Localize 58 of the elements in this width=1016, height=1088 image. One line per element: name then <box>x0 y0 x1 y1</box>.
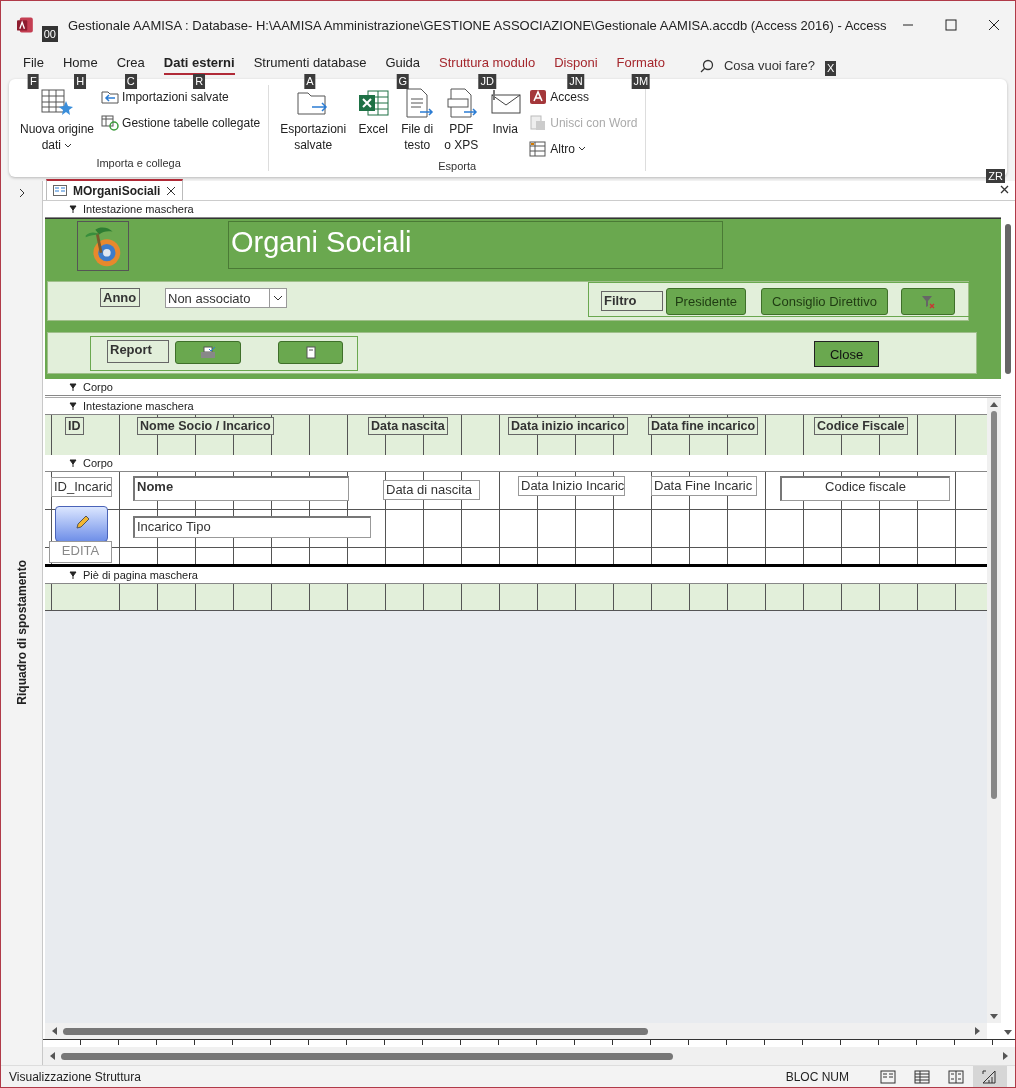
text-field[interactable]: Data Fine Incaric <box>651 476 757 496</box>
keytip: JN <box>567 74 585 89</box>
section-label: Piè di pagina maschera <box>83 569 198 581</box>
text-field[interactable]: Nome <box>133 476 349 501</box>
keytip: ZR <box>986 169 1005 183</box>
window-title: Gestionale AAMISA : Database- H:\AAMISA Amministrazione\GESTIONE ASSOCIAZIONE\Gestionale AAMISA.accdb (Access 2016) - Access <box>68 17 887 33</box>
keytip: R <box>193 74 206 89</box>
column-label: Data inizio incarico <box>508 417 628 435</box>
keytip: JD <box>478 74 496 89</box>
section-label: Intestazione maschera <box>83 203 194 215</box>
text-field[interactable]: Data di nascita <box>383 480 480 500</box>
text-field[interactable]: Data Inizio Incaric <box>518 476 625 496</box>
keytip: A <box>304 74 316 89</box>
document-tab[interactable]: MOrganiSociali <box>46 179 184 200</box>
section-label: Corpo <box>83 457 113 469</box>
edit-label: EDITA <box>49 541 112 563</box>
ribbon-button[interactable]: Importazioni salvate <box>101 86 261 108</box>
keytip: JM <box>631 74 651 89</box>
section-label: Intestazione maschera <box>83 400 194 412</box>
ribbon-button[interactable]: Access <box>529 86 638 108</box>
ribbon-tab[interactable]: Struttura modulo <box>439 55 536 75</box>
filter-button[interactable]: Presidente <box>666 288 746 315</box>
status-text: Visualizzazione Struttura <box>9 1069 142 1084</box>
column-label: Data fine incarico <box>648 417 759 435</box>
ribbon-tab[interactable]: Formato <box>616 55 665 75</box>
form-title: Organi Sociali <box>228 221 723 269</box>
ribbon-tab[interactable]: Guida <box>385 55 421 75</box>
keytip: H <box>74 74 87 89</box>
anno-combo-box[interactable]: Non associato <box>165 288 287 308</box>
close-button[interactable]: Close <box>814 341 879 367</box>
ribbon-tab[interactable]: Home <box>62 55 98 75</box>
ribbon-tab[interactable]: File <box>23 55 44 75</box>
anno-label: Anno <box>100 288 140 307</box>
keytip: G <box>396 74 409 89</box>
column-label: Data nascita <box>368 417 448 435</box>
text-field[interactable]: Incarico Tipo <box>133 516 371 538</box>
column-label: ID <box>65 417 84 435</box>
keytip: X <box>825 61 837 76</box>
tell-me-field[interactable]: Cosa vuoi fare? <box>723 58 815 73</box>
column-label: Nome Socio / Incarico <box>137 417 274 435</box>
report-label: Report <box>107 340 169 363</box>
text-field[interactable]: Codice fiscale <box>780 476 950 501</box>
ribbon-tab[interactable]: Crea <box>116 55 145 75</box>
status-indicator: BLOC NUM <box>785 1069 849 1084</box>
ribbon-tab[interactable]: Disponi <box>554 55 598 75</box>
ribbon-button[interactable]: Excel <box>353 85 394 160</box>
keytip: F <box>28 74 39 89</box>
navigation-pane-label[interactable]: Riquadro di spostamento <box>14 559 29 705</box>
ribbon-button[interactable]: Altro <box>529 138 638 160</box>
group-label: Importa e collega <box>95 157 182 171</box>
filter-label: Filtro <box>601 291 663 311</box>
column-label: Codice Fiscale <box>814 417 908 435</box>
ribbon-tab[interactable]: Strumenti database <box>253 55 367 75</box>
group-label: Esporta <box>437 160 478 174</box>
keytip: 00 <box>41 26 58 42</box>
filter-button[interactable]: Consiglio Direttivo <box>761 288 888 315</box>
ribbon-button[interactable]: Gestione tabelle collegate <box>101 112 261 134</box>
section-label: Corpo <box>83 381 113 393</box>
